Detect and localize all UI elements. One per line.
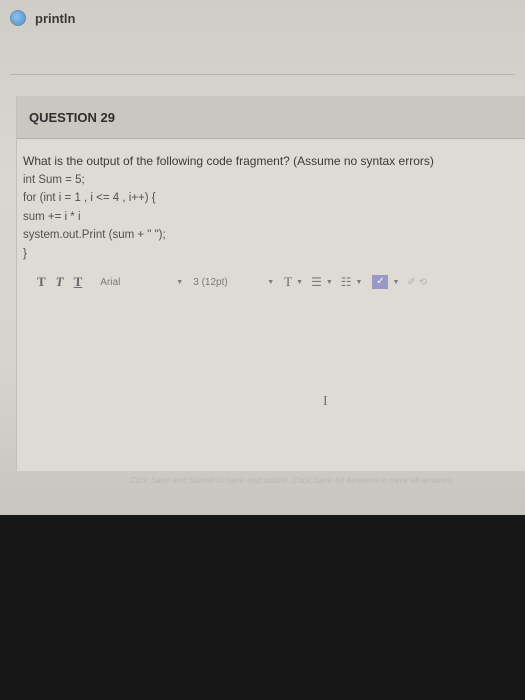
answer-editor[interactable]: I	[23, 296, 525, 456]
text-cursor-icon: I	[323, 394, 328, 409]
font-size-select[interactable]: 3 (12pt)	[193, 277, 263, 288]
radio-button[interactable]	[10, 10, 26, 26]
editor-toolbar: T T T Arial ▼ 3 (12pt) ▼ T ▼ ☰ ▼ ☷ ▼ ✓ ▼…	[23, 270, 525, 294]
underline-button[interactable]: T	[74, 274, 83, 290]
chevron-down-icon[interactable]: ▼	[267, 279, 274, 286]
code-line: system.out.Print (sum + " ");	[23, 229, 166, 241]
chevron-down-icon[interactable]: ▼	[326, 279, 333, 286]
question-title: QUESTION 29	[29, 110, 115, 125]
font-family-select[interactable]: Arial	[100, 277, 172, 288]
bulleted-list-icon[interactable]: ☰	[311, 275, 322, 289]
question-prompt: What is the output of the following code…	[23, 154, 434, 168]
chevron-down-icon[interactable]: ▼	[356, 279, 363, 286]
code-line: }	[23, 247, 27, 260]
code-line: for (int i = 1 , i <= 4 , i++) {	[23, 192, 156, 204]
question-body: What is the output of the following code…	[23, 152, 434, 263]
chevron-down-icon[interactable]: ▼	[176, 279, 183, 286]
code-line: int Sum = 5;	[23, 173, 85, 186]
question-card: QUESTION 29 What is the output of the fo…	[16, 96, 525, 471]
answer-option-label: println	[35, 10, 76, 26]
screen: println QUESTION 29 What is the output o…	[0, 0, 525, 515]
extra-tools-icon[interactable]: ✐ ⟲	[407, 277, 427, 288]
chevron-down-icon[interactable]: ▼	[296, 279, 303, 286]
question-header: QUESTION 29	[17, 96, 525, 139]
divider	[10, 74, 515, 75]
save-instructions: Click Save and Submit to save and submit…	[130, 476, 455, 485]
numbered-list-icon[interactable]: ☷	[341, 275, 352, 289]
text-color-button[interactable]: T	[284, 274, 292, 290]
chevron-down-icon[interactable]: ▼	[392, 279, 399, 286]
answer-option[interactable]: println	[10, 10, 75, 26]
italic-button[interactable]: T	[56, 274, 64, 290]
spellcheck-icon[interactable]: ✓	[372, 275, 389, 289]
font-size-value: 3 (12pt)	[193, 276, 228, 288]
code-line: sum += i * i	[23, 210, 81, 223]
font-family-value: Arial	[100, 276, 121, 288]
bold-button[interactable]: T	[37, 274, 46, 290]
